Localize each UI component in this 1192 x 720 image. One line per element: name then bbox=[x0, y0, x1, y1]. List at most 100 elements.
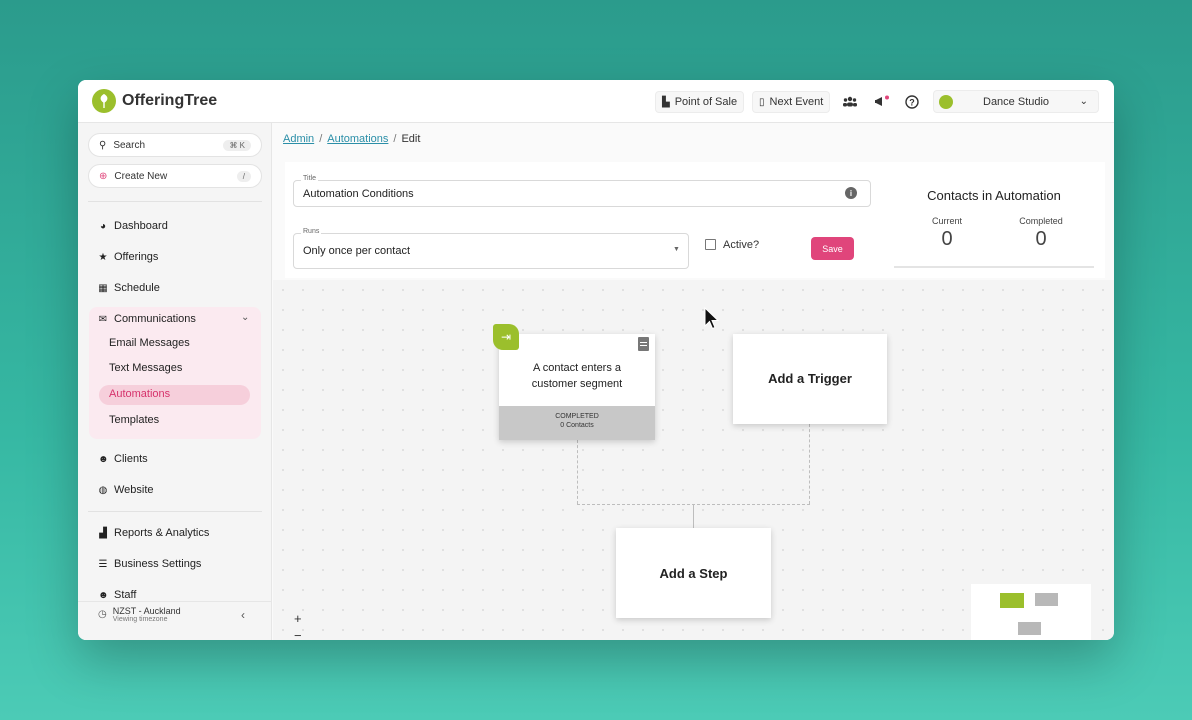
sidebar-item-label: Website bbox=[114, 484, 154, 496]
create-new-label: Create New bbox=[114, 170, 168, 182]
current-label: Current bbox=[931, 216, 962, 226]
sidebar-item-dashboard[interactable]: ◕ Dashboard bbox=[98, 218, 168, 234]
document-icon[interactable] bbox=[638, 337, 649, 351]
sidebar-item-website[interactable]: ◍ Website bbox=[98, 482, 154, 498]
active-label: Active? bbox=[723, 239, 760, 251]
chevron-down-icon[interactable]: ⌄ bbox=[241, 312, 249, 323]
svg-text:?: ? bbox=[909, 98, 915, 108]
sliders-icon: ☰ bbox=[98, 558, 108, 570]
breadcrumb-automations[interactable]: Automations bbox=[327, 133, 388, 145]
dashboard-icon: ◕ bbox=[99, 220, 107, 232]
minimap[interactable] bbox=[971, 584, 1091, 640]
breadcrumb-admin[interactable]: Admin bbox=[283, 133, 314, 145]
divider bbox=[88, 201, 262, 202]
sidebar-item-automations[interactable]: Automations bbox=[109, 386, 170, 402]
add-step-label: Add a Step bbox=[659, 566, 728, 581]
minimap-add-step-node bbox=[1018, 622, 1041, 635]
star-icon: ★ bbox=[98, 251, 108, 263]
runs-select[interactable]: Runs Only once per contact ▼ bbox=[293, 228, 689, 269]
studio-name: Dance Studio bbox=[983, 95, 1050, 108]
sidebar-item-clients[interactable]: ☻ Clients bbox=[98, 451, 148, 467]
trigger-contacts-count: 0 Contacts bbox=[560, 422, 594, 429]
next-event-button[interactable]: ▯ Next Event bbox=[752, 91, 831, 113]
active-checkbox[interactable] bbox=[705, 239, 716, 250]
completed-value: 0 bbox=[1035, 228, 1047, 250]
breadcrumb-current: Edit bbox=[401, 133, 421, 145]
app-window: OfferingTree ▙ Point of Sale ▯ Next Even… bbox=[78, 80, 1114, 640]
sidebar-item-label: Reports & Analytics bbox=[114, 527, 210, 539]
contacts-heading: Contacts in Automation bbox=[927, 188, 1061, 203]
top-bar: OfferingTree ▙ Point of Sale ▯ Next Even… bbox=[78, 80, 1114, 123]
title-field-value: Automation Conditions bbox=[303, 188, 414, 200]
add-trigger-label: Add a Trigger bbox=[768, 371, 852, 386]
search-label: Search bbox=[113, 139, 146, 151]
create-new-button[interactable]: ⊕ Create New / bbox=[88, 164, 262, 188]
info-icon[interactable]: i bbox=[845, 187, 857, 199]
sidebar-item-label: Communications bbox=[114, 313, 196, 325]
current-value: 0 bbox=[941, 228, 953, 250]
runs-select-label: Runs bbox=[301, 228, 322, 235]
connector-line bbox=[693, 504, 694, 528]
help-icon[interactable]: ? bbox=[902, 92, 922, 112]
studio-selector[interactable]: Dance Studio ⌄ bbox=[933, 90, 1099, 113]
sidebar-item-label: Offerings bbox=[114, 251, 159, 263]
trigger-status: COMPLETED 0 Contacts bbox=[499, 406, 655, 440]
breadcrumb: Admin / Automations / Edit bbox=[283, 133, 420, 145]
search-icon: ⚲ bbox=[99, 139, 107, 151]
add-step-node[interactable]: Add a Step bbox=[616, 528, 771, 618]
sidebar: ⚲ Search ⌘ K ⊕ Create New / ◕ Dashboard … bbox=[78, 123, 272, 640]
sidebar-item-business-settings[interactable]: ☰ Business Settings bbox=[98, 556, 202, 572]
trigger-text-line: A contact enters a bbox=[532, 362, 622, 374]
clipboard-icon: ▯ bbox=[759, 96, 765, 108]
connector-line bbox=[577, 440, 578, 504]
sidebar-item-label: Staff bbox=[114, 589, 137, 601]
team-icon[interactable] bbox=[840, 92, 860, 112]
zoom-out-button[interactable]: − bbox=[294, 628, 302, 640]
sidebar-item-schedule[interactable]: ▦ Schedule bbox=[98, 280, 160, 296]
point-of-sale-label: Point of Sale bbox=[674, 96, 738, 108]
people-icon: ☻ bbox=[98, 453, 109, 465]
sidebar-item-label: Business Settings bbox=[114, 558, 202, 570]
chart-icon: ▟ bbox=[99, 527, 107, 539]
announcement-icon[interactable] bbox=[872, 92, 892, 112]
mouse-cursor-icon bbox=[704, 307, 720, 330]
timezone-selector[interactable]: ◷ NZST - Auckland Viewing timezone bbox=[98, 606, 181, 623]
sidebar-item-templates[interactable]: Templates bbox=[109, 412, 159, 428]
studio-avatar bbox=[939, 94, 953, 109]
zoom-in-button[interactable]: + bbox=[294, 611, 302, 626]
point-of-sale-button[interactable]: ▙ Point of Sale bbox=[655, 91, 745, 113]
register-icon: ▙ bbox=[662, 96, 670, 108]
app-name: OfferingTree bbox=[122, 92, 218, 109]
sidebar-item-label: Dashboard bbox=[114, 220, 168, 232]
breadcrumb-separator: / bbox=[393, 133, 397, 145]
create-shortcut: / bbox=[236, 170, 251, 182]
trigger-node[interactable]: ⇥ A contact enters a customer segment CO… bbox=[493, 324, 655, 440]
title-field-label: Title bbox=[301, 175, 318, 182]
calendar-icon: ▦ bbox=[98, 282, 108, 294]
trigger-status-label: COMPLETED bbox=[555, 413, 599, 420]
current-stat: Current 0 bbox=[902, 216, 992, 251]
minimap-add-trigger-node bbox=[1035, 593, 1058, 606]
clock-icon: ◷ bbox=[98, 609, 107, 620]
collapse-sidebar-icon[interactable]: ‹ bbox=[241, 608, 245, 622]
dropdown-arrow-icon: ▼ bbox=[673, 246, 680, 253]
title-field[interactable]: Title Automation Conditions i bbox=[293, 175, 871, 207]
search-shortcut: ⌘ K bbox=[223, 139, 251, 151]
contacts-in-automation-card: Contacts in Automation Current 0 Complet… bbox=[894, 172, 1094, 268]
add-trigger-node[interactable]: Add a Trigger bbox=[733, 334, 887, 424]
sidebar-item-communications[interactable]: ✉ Communications bbox=[98, 311, 196, 327]
completed-label: Completed bbox=[1019, 216, 1063, 226]
completed-stat: Completed 0 bbox=[996, 216, 1086, 251]
sidebar-item-reports[interactable]: ▟ Reports & Analytics bbox=[98, 525, 209, 541]
timezone-caption: Viewing timezone bbox=[112, 616, 168, 623]
breadcrumb-separator: / bbox=[319, 133, 323, 145]
search-input[interactable]: ⚲ Search ⌘ K bbox=[88, 133, 262, 157]
sidebar-item-offerings[interactable]: ★ Offerings bbox=[98, 249, 159, 265]
staff-icon: ☻ bbox=[98, 589, 109, 601]
connector-line bbox=[809, 424, 810, 504]
logo[interactable]: OfferingTree bbox=[92, 89, 217, 113]
sidebar-item-email-messages[interactable]: Email Messages bbox=[109, 335, 190, 351]
save-button[interactable]: Save bbox=[811, 237, 854, 260]
sidebar-item-text-messages[interactable]: Text Messages bbox=[109, 360, 182, 376]
timezone-label: NZST - Auckland bbox=[112, 606, 181, 616]
